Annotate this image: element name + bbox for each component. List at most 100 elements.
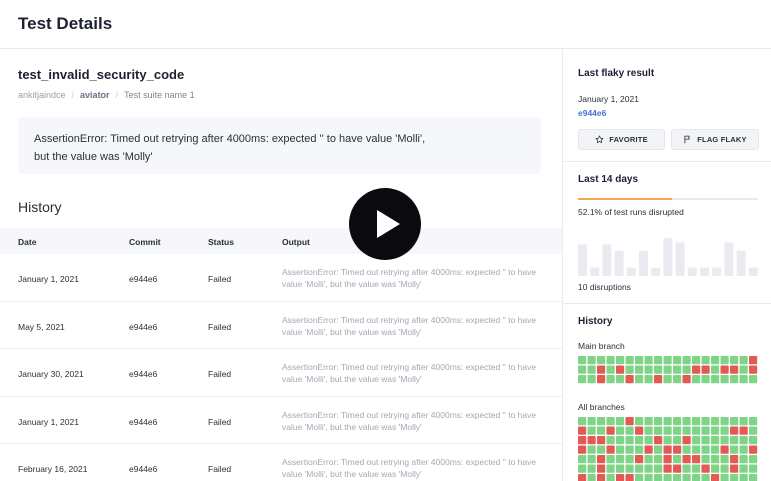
history-cell-pass[interactable] [597, 356, 606, 365]
history-cell-pass[interactable] [701, 474, 710, 481]
history-cell-pass[interactable] [587, 365, 596, 374]
history-cell-pass[interactable] [654, 474, 663, 481]
column-header-output[interactable]: Output [282, 237, 310, 247]
history-cell-pass[interactable] [673, 356, 682, 365]
history-cell-fail[interactable] [682, 375, 691, 384]
history-cell-pass[interactable] [749, 474, 758, 481]
favorite-button[interactable]: FAVORITE [578, 129, 665, 150]
history-cell-pass[interactable] [606, 474, 615, 481]
history-cell-pass[interactable] [587, 426, 596, 435]
history-cell-fail[interactable] [692, 365, 701, 374]
history-cell-pass[interactable] [644, 474, 653, 481]
history-cell-pass[interactable] [625, 426, 634, 435]
history-cell-pass[interactable] [654, 426, 663, 435]
history-cell-pass[interactable] [682, 356, 691, 365]
history-cell-pass[interactable] [682, 445, 691, 454]
history-cell-pass[interactable] [625, 445, 634, 454]
history-cell-fail[interactable] [597, 436, 606, 445]
history-cell-fail[interactable] [625, 375, 634, 384]
history-cell-pass[interactable] [692, 375, 701, 384]
history-cell-pass[interactable] [682, 417, 691, 426]
history-cell-pass[interactable] [625, 436, 634, 445]
history-cell-fail[interactable] [606, 445, 615, 454]
column-header-date[interactable]: Date [18, 237, 36, 247]
history-cell-fail[interactable] [730, 455, 739, 464]
history-cell-pass[interactable] [644, 356, 653, 365]
history-cell-pass[interactable] [587, 474, 596, 481]
history-cell-pass[interactable] [749, 464, 758, 473]
history-cell-pass[interactable] [711, 455, 720, 464]
breadcrumb-owner[interactable]: ankitjaindce [18, 90, 66, 100]
history-cell-pass[interactable] [635, 445, 644, 454]
history-cell-fail[interactable] [597, 455, 606, 464]
history-cell-pass[interactable] [606, 365, 615, 374]
history-cell-pass[interactable] [749, 426, 758, 435]
history-cell-fail[interactable] [682, 436, 691, 445]
history-cell-pass[interactable] [587, 417, 596, 426]
history-cell-pass[interactable] [578, 375, 587, 384]
row-commit[interactable]: e944e6 [129, 369, 157, 379]
history-cell-pass[interactable] [692, 474, 701, 481]
history-cell-pass[interactable] [749, 375, 758, 384]
history-cell-pass[interactable] [692, 436, 701, 445]
history-cell-pass[interactable] [635, 375, 644, 384]
history-cell-pass[interactable] [673, 365, 682, 374]
history-cell-pass[interactable] [644, 436, 653, 445]
history-cell-fail[interactable] [635, 426, 644, 435]
history-cell-fail[interactable] [663, 445, 672, 454]
history-cell-pass[interactable] [663, 436, 672, 445]
history-cell-pass[interactable] [701, 417, 710, 426]
history-cell-pass[interactable] [739, 455, 748, 464]
history-cell-fail[interactable] [711, 474, 720, 481]
history-cell-pass[interactable] [644, 455, 653, 464]
history-cell-pass[interactable] [616, 375, 625, 384]
row-commit[interactable]: e944e6 [129, 274, 157, 284]
video-play-button[interactable] [349, 188, 421, 260]
history-cell-pass[interactable] [644, 464, 653, 473]
history-cell-pass[interactable] [730, 375, 739, 384]
history-cell-pass[interactable] [606, 436, 615, 445]
history-cell-pass[interactable] [720, 455, 729, 464]
history-cell-pass[interactable] [749, 417, 758, 426]
history-cell-pass[interactable] [701, 356, 710, 365]
history-cell-fail[interactable] [730, 365, 739, 374]
history-cell-pass[interactable] [625, 455, 634, 464]
history-cell-pass[interactable] [739, 474, 748, 481]
history-cell-pass[interactable] [739, 417, 748, 426]
history-cell-pass[interactable] [587, 455, 596, 464]
history-cell-fail[interactable] [701, 464, 710, 473]
history-cell-pass[interactable] [739, 356, 748, 365]
column-header-status[interactable]: Status [208, 237, 234, 247]
history-cell-fail[interactable] [635, 455, 644, 464]
history-cell-pass[interactable] [720, 375, 729, 384]
history-cell-pass[interactable] [597, 417, 606, 426]
history-cell-fail[interactable] [673, 464, 682, 473]
history-cell-pass[interactable] [587, 445, 596, 454]
history-cell-pass[interactable] [606, 417, 615, 426]
history-cell-pass[interactable] [597, 445, 606, 454]
history-cell-pass[interactable] [739, 464, 748, 473]
history-cell-pass[interactable] [663, 426, 672, 435]
table-row[interactable]: May 5, 2021 e944e6 Failed AssertionError… [0, 302, 562, 349]
history-cell-pass[interactable] [682, 426, 691, 435]
history-cell-pass[interactable] [730, 356, 739, 365]
history-cell-fail[interactable] [739, 426, 748, 435]
history-cell-fail[interactable] [673, 445, 682, 454]
history-cell-fail[interactable] [578, 426, 587, 435]
history-cell-pass[interactable] [711, 365, 720, 374]
history-cell-pass[interactable] [711, 426, 720, 435]
history-cell-pass[interactable] [701, 455, 710, 464]
history-cell-pass[interactable] [673, 426, 682, 435]
table-row[interactable]: January 1, 2021 e944e6 Failed AssertionE… [0, 254, 562, 302]
history-cell-pass[interactable] [720, 356, 729, 365]
history-cell-pass[interactable] [673, 455, 682, 464]
last-flaky-commit-link[interactable]: e944e6 [578, 108, 606, 118]
column-header-commit[interactable]: Commit [129, 237, 161, 247]
history-cell-fail[interactable] [654, 436, 663, 445]
history-cell-pass[interactable] [673, 375, 682, 384]
history-cell-fail[interactable] [682, 455, 691, 464]
history-cell-fail[interactable] [749, 445, 758, 454]
history-cell-pass[interactable] [739, 365, 748, 374]
history-cell-pass[interactable] [587, 375, 596, 384]
history-cell-pass[interactable] [578, 356, 587, 365]
